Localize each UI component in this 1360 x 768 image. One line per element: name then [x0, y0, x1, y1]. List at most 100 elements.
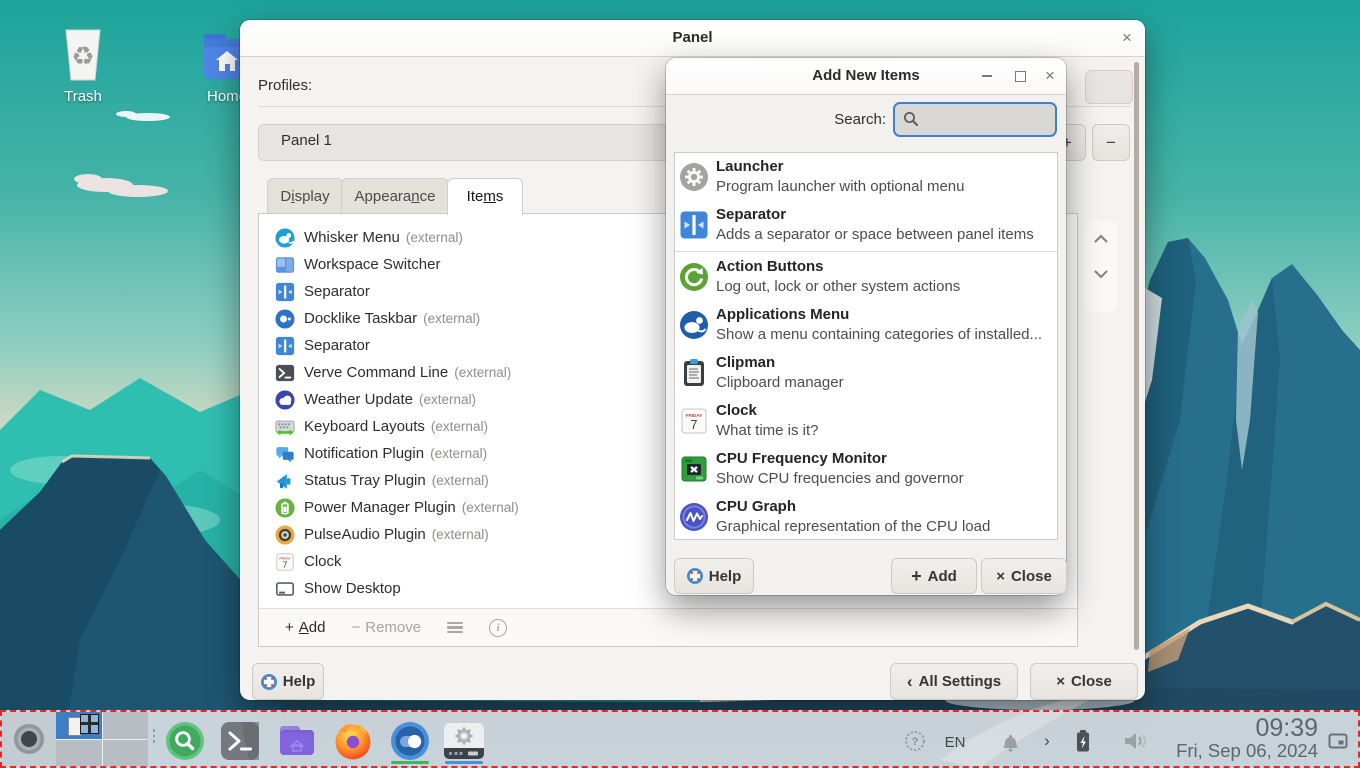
action-buttons-icon — [679, 262, 709, 292]
running-indicator-green — [391, 761, 429, 764]
notifications-bell-icon[interactable] — [998, 730, 1022, 754]
search-icon — [903, 111, 919, 127]
maximize-icon[interactable] — [1007, 58, 1033, 94]
whisker-menu-logo-icon — [12, 722, 46, 756]
window-scrollbar[interactable] — [1134, 62, 1139, 650]
volume-status-icon[interactable] — [1121, 728, 1149, 754]
trash-icon: ♻ — [40, 26, 126, 84]
pulseaudio-plugin-icon — [275, 525, 295, 545]
notification-plugin-icon — [275, 444, 295, 464]
tab-appearance[interactable]: Appearance — [341, 178, 449, 214]
docklike-taskbar-icon — [275, 309, 295, 329]
close-button[interactable]: × Close — [1030, 663, 1138, 700]
available-item-row[interactable]: Action Buttons Log out, lock or other sy… — [675, 253, 1057, 301]
plus-icon: + — [285, 619, 294, 636]
profiles-select[interactable] — [1085, 70, 1133, 104]
workspace-3[interactable] — [56, 740, 102, 767]
tab-items[interactable]: Items — [447, 178, 523, 215]
show-desktop-icon — [275, 579, 295, 599]
available-item-row[interactable]: FRIDAY7 Clock What time is it? — [675, 397, 1057, 445]
svg-text:?: ? — [912, 736, 919, 748]
taskbar: ? EN › 09:39 Fri, Sep 06, 2024 — [0, 710, 1360, 768]
clock-widget[interactable]: 09:39 Fri, Sep 06, 2024 — [1176, 715, 1318, 761]
search-entry[interactable] — [893, 102, 1057, 137]
file-manager-launcher[interactable] — [275, 719, 319, 763]
clock-time: 09:39 — [1176, 715, 1318, 741]
settings-gear-app-icon — [443, 722, 485, 760]
running-indicator-blue — [445, 761, 483, 764]
dialog-help-button[interactable]: Help — [674, 558, 754, 594]
workspace-switcher[interactable] — [56, 712, 148, 766]
available-item-row[interactable]: CPU Graph Graphical representation of th… — [675, 493, 1057, 540]
search-app-icon — [165, 721, 205, 761]
whisker-menu-button[interactable] — [2, 712, 56, 766]
app-finder-launcher[interactable] — [163, 719, 207, 763]
add-item-button[interactable]: + Add — [285, 619, 325, 636]
move-item-up-button[interactable] — [1084, 220, 1118, 256]
workspace-2[interactable] — [103, 712, 149, 739]
close-window-icon[interactable]: × — [1114, 20, 1140, 56]
profiles-label: Profiles: — [258, 76, 312, 96]
whisker-menu-icon — [275, 228, 295, 248]
available-item-row[interactable]: Separator Adds a separator or space betw… — [675, 201, 1057, 249]
item-properties-button[interactable] — [447, 622, 463, 634]
desktop-icon-trash[interactable]: ♻ Trash — [40, 26, 126, 105]
search-label: Search: — [834, 111, 886, 128]
dialog-close-button[interactable]: × Close — [981, 558, 1067, 594]
svg-text:7: 7 — [283, 559, 288, 569]
keyboard-layout-indicator[interactable]: EN — [940, 732, 970, 752]
keyboard-layouts-icon — [275, 417, 295, 437]
search-input[interactable] — [925, 106, 1049, 133]
separator-icon — [275, 282, 295, 302]
panel-separator-handle — [152, 729, 156, 743]
available-item-row[interactable]: CPU Frequency Monitor Show CPU frequenci… — [675, 445, 1057, 493]
battery-status-icon[interactable] — [1070, 727, 1096, 755]
available-item-row[interactable]: Clipman Clipboard manager — [675, 349, 1057, 397]
panel-window-titlebar[interactable]: Panel × — [240, 20, 1145, 57]
move-item-down-button[interactable] — [1084, 256, 1118, 292]
item-about-button[interactable]: i — [489, 619, 507, 637]
add-new-items-dialog: Add New Items × Search: Launcher Program… — [666, 58, 1066, 595]
terminal-launcher[interactable] — [218, 719, 262, 763]
status-tray-plugin-icon — [275, 471, 295, 491]
dialog-add-button[interactable]: + Add — [891, 558, 977, 594]
chevron-down-icon — [1094, 270, 1108, 279]
hamburger-icon — [447, 622, 463, 634]
available-item-row[interactable]: Applications Menu Show a menu containing… — [675, 301, 1057, 349]
cpu-frequency-monitor-icon — [679, 454, 709, 484]
desktop-icon-label: Trash — [40, 88, 126, 105]
verve-command-line-icon — [275, 363, 295, 383]
tweaks-app-window-button[interactable] — [388, 719, 432, 763]
settings-manager-window-button[interactable] — [442, 719, 486, 763]
firefox-icon — [333, 721, 373, 761]
close-icon: × — [1056, 673, 1065, 690]
help-button[interactable]: Help — [252, 663, 324, 700]
remove-panel-button[interactable]: − — [1092, 124, 1130, 161]
workspace-1-active[interactable] — [56, 712, 102, 739]
minus-icon: − — [351, 619, 360, 636]
close-dialog-icon[interactable]: × — [1037, 58, 1063, 94]
power-manager-plugin-icon — [275, 498, 295, 518]
cpu-graph-icon — [679, 502, 709, 532]
svg-text:♻: ♻ — [71, 42, 94, 72]
notification-status-icon[interactable]: ? — [902, 729, 928, 753]
tray-expand-chevron[interactable]: › — [1036, 730, 1058, 752]
items-list-toolbar: + Add − Remove i — [259, 608, 1077, 646]
separator-icon — [679, 210, 709, 240]
minimize-icon[interactable] — [974, 58, 1000, 94]
launcher-icon — [679, 162, 709, 192]
available-item-row[interactable]: Launcher Program launcher with optional … — [675, 153, 1057, 201]
clock-date: Fri, Sep 06, 2024 — [1176, 741, 1318, 760]
panel-window-title: Panel — [240, 20, 1145, 56]
tab-display[interactable]: Display — [267, 178, 343, 214]
show-desktop-button[interactable] — [1326, 730, 1350, 752]
weather-update-icon — [275, 390, 295, 410]
all-settings-button[interactable]: ‹ All Settings — [890, 663, 1018, 700]
dialog-titlebar[interactable]: Add New Items × — [666, 58, 1066, 95]
info-icon: i — [489, 619, 507, 637]
speaker-icon — [1123, 730, 1148, 752]
workspace-4[interactable] — [103, 740, 149, 767]
workspace-switcher-icon — [275, 255, 295, 275]
remove-item-button[interactable]: − Remove — [351, 619, 421, 636]
firefox-launcher[interactable] — [331, 719, 375, 763]
